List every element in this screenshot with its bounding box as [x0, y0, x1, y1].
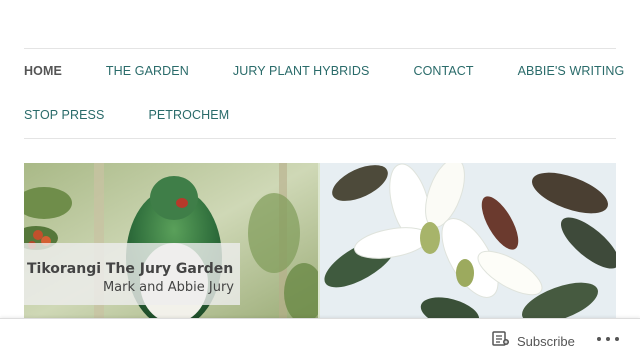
nav-item-the-garden[interactable]: THE GARDEN — [106, 64, 189, 78]
nav-row-1: HOME THE GARDEN JURY PLANT HYBRIDS CONTA… — [24, 63, 624, 79]
subscribe-label: Subscribe — [517, 333, 575, 349]
site-title[interactable]: Tikorangi The Jury Garden — [27, 261, 237, 277]
nav-item-contact[interactable]: CONTACT — [413, 64, 473, 78]
nav-item-petrochem[interactable]: PETROCHEM — [148, 108, 229, 122]
site-title-caption: Tikorangi The Jury Garden Mark and Abbie… — [24, 243, 240, 305]
more-dots-icon[interactable] — [597, 331, 619, 347]
nav-item-abbies-writing[interactable]: ABBIE'S WRITING — [518, 64, 625, 78]
dot — [606, 337, 610, 341]
follow-bar: Subscribe — [0, 318, 640, 361]
reader-icon — [492, 331, 509, 351]
nav-item-home[interactable]: HOME — [24, 64, 62, 78]
dot — [615, 337, 619, 341]
dot — [597, 337, 601, 341]
site-subtitle: Mark and Abbie Jury — [102, 280, 234, 295]
magnolia-flower-photo — [320, 163, 616, 323]
nav-item-jury-plant-hybrids[interactable]: JURY PLANT HYBRIDS — [233, 64, 370, 78]
nav-item-stop-press[interactable]: STOP PRESS — [24, 108, 104, 122]
nav-bottom-rule — [24, 138, 616, 139]
nav-row-2: STOP PRESS PETROCHEM — [24, 107, 229, 123]
subscribe-button[interactable]: Subscribe — [492, 331, 575, 351]
top-rule — [24, 48, 616, 49]
